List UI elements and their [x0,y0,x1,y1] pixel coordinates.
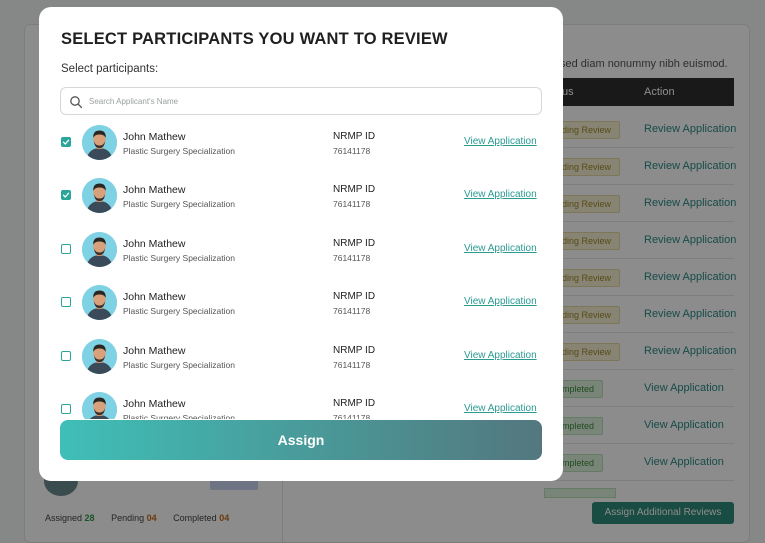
nrmp-id-label: NRMP ID [333,344,376,356]
participant-list: John Mathew Plastic Surgery Specializatio… [39,119,563,419]
nrmp-id-label: NRMP ID [333,398,376,409]
participant-name: John Mathew [123,398,186,410]
avatar-icon [82,338,117,374]
participant-specialization: Plastic Surgery Specialization [123,306,235,317]
avatar-icon [82,178,117,214]
nrmp-id-value: 76141178 [333,146,371,156]
participant-checkbox[interactable] [61,350,71,361]
nrmp-id-value: 76141178 [333,306,371,317]
nrmp-id-value: 76141178 [333,359,371,370]
participant-name: John Mathew [123,344,186,357]
participant-specialization: Plastic Surgery Specialization [123,359,235,370]
nrmp-id-value: 76141178 [333,199,371,210]
view-application-link[interactable]: View Application [464,350,537,361]
participant-row: John Mathew Plastic Surgery Specializatio… [39,386,563,419]
nrmp-id-label: NRMP ID [333,237,376,249]
participant-name: John Mathew [123,184,186,197]
participant-row: John Mathew Plastic Surgery Specializatio… [39,226,563,274]
participant-specialization: Plastic Surgery Specialization [123,413,235,419]
avatar-icon [82,231,117,267]
view-application-link[interactable]: View Application [464,136,537,147]
nrmp-id-value: 76141178 [333,252,371,263]
search-input[interactable] [89,93,529,109]
avatar-icon [82,392,117,419]
avatar-icon [82,125,117,160]
participant-name: John Mathew [123,131,186,143]
view-application-link[interactable]: View Application [464,296,537,307]
participant-checkbox[interactable] [61,243,71,254]
check-icon [62,192,70,199]
nrmp-id-value: 76141178 [333,413,371,419]
modal-subtitle: Select participants: [61,63,159,75]
participant-checkbox[interactable] [61,404,71,414]
view-application-link[interactable]: View Application [464,243,537,254]
participant-row: John Mathew Plastic Surgery Specializatio… [39,119,563,167]
participant-row: John Mathew Plastic Surgery Specializatio… [39,172,563,220]
nrmp-id-label: NRMP ID [333,131,376,142]
avatar-icon [82,285,117,321]
participant-name: John Mathew [123,237,186,250]
participant-checkbox[interactable] [61,137,71,147]
assign-button[interactable]: Assign [60,420,542,460]
participant-specialization: Plastic Surgery Specialization [123,199,235,210]
nrmp-id-label: NRMP ID [333,184,376,196]
modal-title: SELECT PARTICIPANTS YOU WANT TO REVIEW [61,30,448,48]
nrmp-id-label: NRMP ID [333,291,376,303]
participant-row: John Mathew Plastic Surgery Specializatio… [39,279,563,327]
participant-checkbox[interactable] [61,297,71,308]
check-icon [62,139,70,145]
select-participants-modal: SELECT PARTICIPANTS YOU WANT TO REVIEW S… [39,7,563,481]
participant-checkbox[interactable] [61,190,71,201]
view-application-link[interactable]: View Application [464,189,537,200]
participant-specialization: Plastic Surgery Specialization [123,146,235,156]
search-box[interactable] [60,87,542,115]
view-application-link[interactable]: View Application [464,403,537,414]
participant-specialization: Plastic Surgery Specialization [123,252,235,263]
participant-row: John Mathew Plastic Surgery Specializatio… [39,333,563,381]
search-icon [69,95,83,109]
participant-name: John Mathew [123,291,186,304]
